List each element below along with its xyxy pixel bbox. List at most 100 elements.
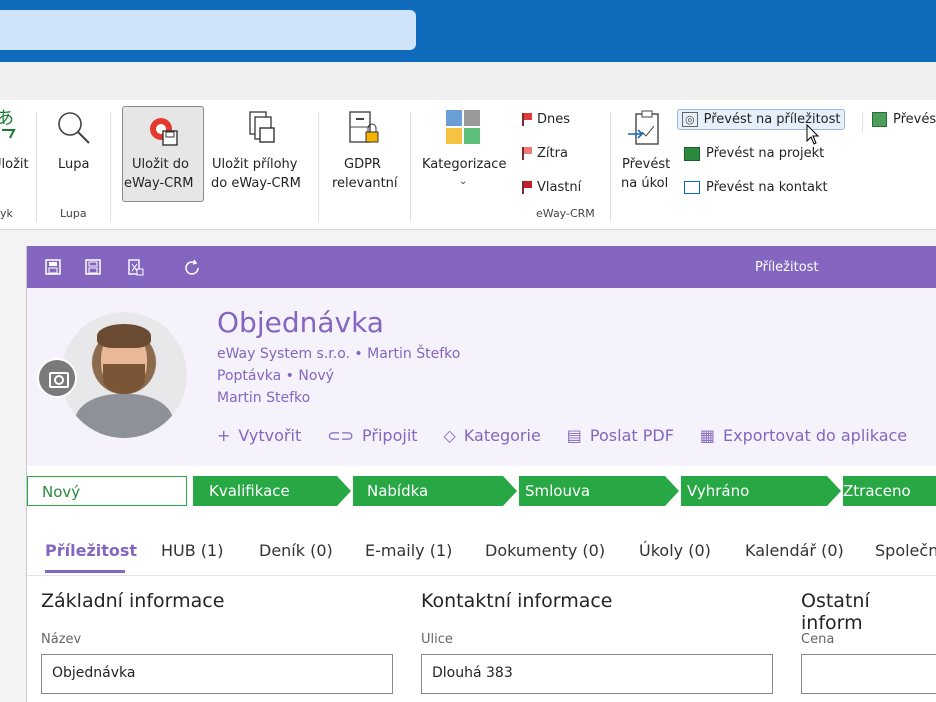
save-attachments-line1[interactable]: Uložit přílohy xyxy=(212,155,297,174)
convert-other-label: Převés xyxy=(893,112,936,127)
eway-save-icon xyxy=(145,113,181,149)
gdpr-line1[interactable]: GDPR xyxy=(344,155,381,174)
convert-other-button[interactable]: Převés xyxy=(872,112,936,127)
flag-icon xyxy=(522,181,532,194)
tabs-divider xyxy=(27,575,936,576)
clipboard-task-icon xyxy=(628,110,664,150)
stage-novy[interactable]: Nový xyxy=(27,476,187,506)
ribbon-separator xyxy=(410,112,411,222)
flag-custom-label: Vlastní xyxy=(537,180,582,195)
contact-card-icon xyxy=(684,181,700,194)
record-owner[interactable]: Martin Stefko xyxy=(217,390,310,406)
convert-project-label: Převést na projekt xyxy=(706,146,825,161)
project-icon xyxy=(684,146,700,161)
tab-dokumenty[interactable]: Dokumenty (0) xyxy=(485,541,605,560)
category-button[interactable]: ◇ Kategorie xyxy=(444,426,541,445)
flag-today-label: Dnes xyxy=(537,112,571,127)
stage-ztraceno[interactable]: Ztraceno xyxy=(843,476,936,506)
gdpr-cabinet-icon xyxy=(346,110,382,146)
opportunity-icon: ◎ xyxy=(682,112,698,127)
street-label: Ulice xyxy=(421,632,453,647)
stage-nabidka[interactable]: Nabídka xyxy=(353,476,503,506)
convert-contact-button[interactable]: Převést na kontakt xyxy=(684,180,828,195)
tab-emaily[interactable]: E-maily (1) xyxy=(365,541,452,560)
translate-icon: あ xyxy=(0,108,20,142)
flag-icon xyxy=(522,147,532,160)
price-field[interactable] xyxy=(801,654,936,694)
stage-arrow xyxy=(337,476,351,506)
search-box[interactable] xyxy=(0,10,416,50)
flag-tomorrow-label: Zítra xyxy=(537,146,568,161)
stage-kvalifikace[interactable]: Kvalifikace xyxy=(193,476,337,506)
camera-icon[interactable] xyxy=(37,358,77,398)
street-field[interactable]: Dlouhá 383 xyxy=(421,654,773,694)
convert-task-line1[interactable]: Převést xyxy=(622,155,670,174)
window-title: Příležitost xyxy=(755,260,819,275)
save-icon[interactable] xyxy=(84,258,102,276)
stage-arrow xyxy=(827,476,841,506)
stage-gap xyxy=(187,476,193,506)
stage-arrow xyxy=(503,476,517,506)
send-pdf-button[interactable]: ▤ Poslat PDF xyxy=(567,426,674,445)
convert-task-line2[interactable]: na úkol xyxy=(621,174,668,193)
attach-button[interactable]: ⊂⊃ Připojit xyxy=(327,426,417,445)
eway-opportunity-window: Příležitost Objednávka eWay System s.r.o… xyxy=(26,246,936,702)
window-toolbar: Příležitost xyxy=(27,246,936,288)
price-label: Cena xyxy=(801,632,835,647)
ribbon-separator xyxy=(862,112,863,132)
record-type-state: Poptávka • Nový xyxy=(217,368,334,384)
record-actions: + Vytvořit ⊂⊃ Připojit ◇ Kategorie ▤ Poslat … xyxy=(217,426,907,445)
ribbon-separator xyxy=(36,112,37,222)
plus-icon: + xyxy=(217,426,231,445)
section-contact-info: Kontaktní informace xyxy=(421,590,613,612)
stage-pipeline: Nový Kvalifikace Nabídka Smlouva Vyhráno… xyxy=(27,476,936,506)
tab-prilezitost[interactable]: Příležitost xyxy=(45,541,137,560)
tab-hub[interactable]: HUB (1) xyxy=(161,541,223,560)
magnifier-icon xyxy=(56,110,92,146)
stage-vyhrano[interactable]: Vyhráno xyxy=(681,476,827,506)
record-header: Objednávka eWay System s.r.o. • Martin Š… xyxy=(27,288,936,466)
group-label-partial: yk xyxy=(0,207,13,220)
categorize-icon xyxy=(446,110,482,146)
save-close-icon[interactable] xyxy=(44,258,62,276)
tab-kalendar[interactable]: Kalendář (0) xyxy=(745,541,844,560)
create-button[interactable]: + Vytvořit xyxy=(217,426,301,445)
name-label: Název xyxy=(41,632,82,647)
convert-contact-label: Převést na kontakt xyxy=(706,180,828,195)
tab-denik[interactable]: Deník (0) xyxy=(259,541,333,560)
section-other-info: Ostatní inform xyxy=(801,590,870,634)
svg-text:あ: あ xyxy=(0,108,14,129)
categorize-button[interactable]: Kategorizace xyxy=(422,155,506,174)
tab-spolecnosti[interactable]: Společn xyxy=(875,541,936,560)
flag-icon xyxy=(522,113,532,126)
name-field[interactable]: Objednávka xyxy=(41,654,393,694)
flag-custom[interactable]: Vlastní xyxy=(522,180,581,195)
word-export-icon: ▦ xyxy=(699,426,716,445)
mouse-cursor-icon xyxy=(806,123,820,146)
export-button[interactable]: ▦ Exportovat do aplikace xyxy=(700,426,907,445)
chevron-down-icon[interactable]: ⌄ xyxy=(459,176,467,187)
flag-today[interactable]: Dnes xyxy=(522,112,570,127)
convert-project-button[interactable]: Převést na projekt xyxy=(684,146,824,161)
ribbon-separator xyxy=(318,112,319,222)
stage-smlouva[interactable]: Smlouva xyxy=(519,476,665,506)
delete-icon[interactable] xyxy=(126,258,144,276)
save-to-eway-button[interactable]: Uložit do eWay-CRM xyxy=(122,106,204,202)
save-partial-label[interactable]: Uložit xyxy=(0,155,29,174)
save-to-eway-line2: eWay-CRM xyxy=(124,176,194,191)
active-tab-indicator xyxy=(45,570,125,573)
avatar xyxy=(61,312,187,438)
stage-arrow xyxy=(665,476,679,506)
lupa-button[interactable]: Lupa xyxy=(58,155,89,174)
record-company-contact[interactable]: eWay System s.r.o. • Martin Štefko xyxy=(217,346,460,362)
group-label-lupa: Lupa xyxy=(60,207,87,220)
tab-ukoly[interactable]: Úkoly (0) xyxy=(639,541,711,560)
save-attachments-line2[interactable]: do eWay-CRM xyxy=(211,174,301,193)
gdpr-line2[interactable]: relevantní xyxy=(332,174,398,193)
convert-opportunity-button[interactable]: ◎ Převést na příležitost xyxy=(677,109,846,130)
ribbon-tabs-strip xyxy=(0,62,936,100)
ribbon-separator xyxy=(610,112,611,222)
refresh-icon[interactable] xyxy=(182,258,200,276)
flag-tomorrow[interactable]: Zítra xyxy=(522,146,568,161)
convert-icon xyxy=(872,112,887,127)
